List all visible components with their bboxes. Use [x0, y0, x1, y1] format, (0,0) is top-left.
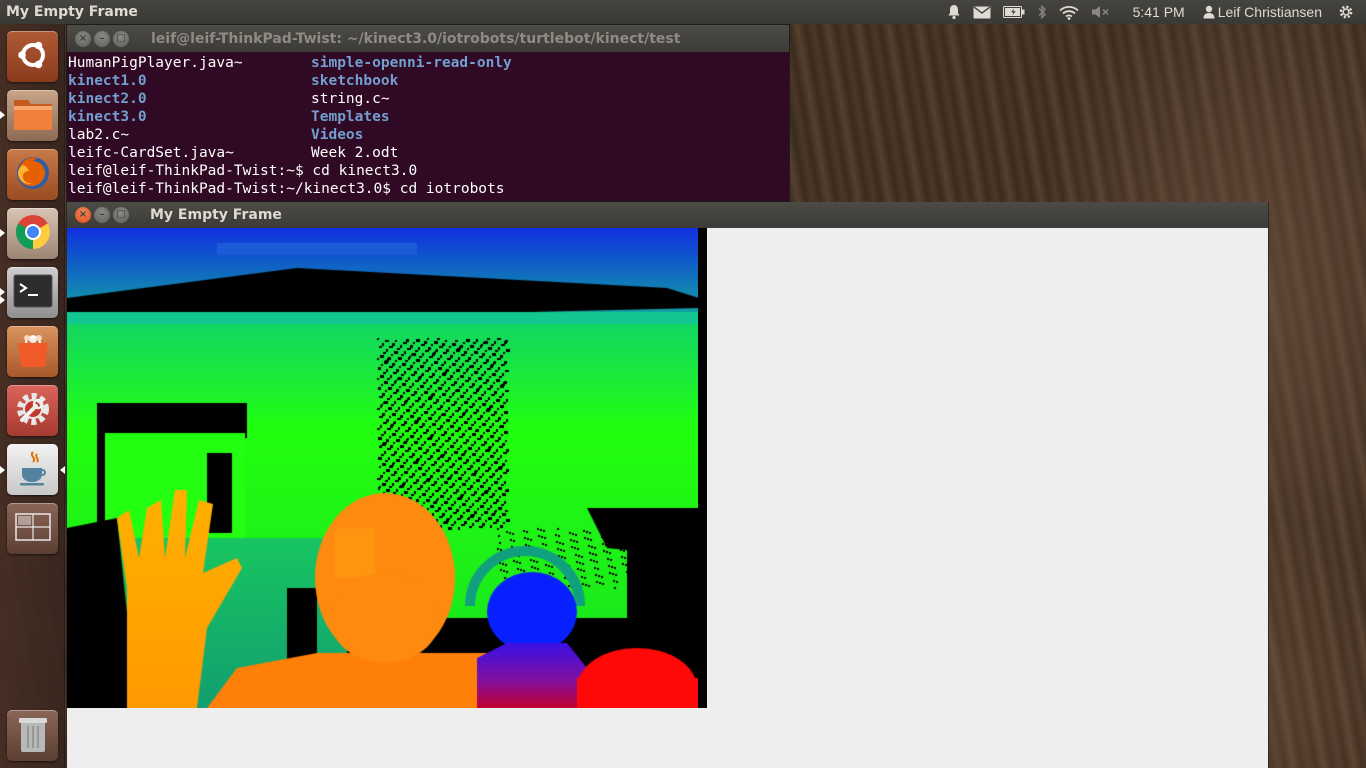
- battery-icon[interactable]: [1002, 0, 1025, 24]
- frame-titlebar[interactable]: × – □ My Empty Frame: [67, 202, 1268, 228]
- launcher: [0, 24, 65, 768]
- frame-title: My Empty Frame: [150, 207, 282, 223]
- power-gear-icon[interactable]: [1338, 0, 1354, 24]
- launcher-system-settings[interactable]: [7, 385, 58, 436]
- clock[interactable]: 5:41 PM: [1133, 0, 1185, 24]
- kinect-depth-image: [67, 228, 707, 708]
- terminal-line: leifc-CardSet.java~ Week 2.odt: [68, 144, 789, 162]
- launcher-dash-home[interactable]: [7, 31, 58, 82]
- user-name[interactable]: Leif Christiansen: [1218, 0, 1322, 24]
- listing-entry: simple-openni-read-only: [311, 55, 512, 71]
- launcher-chrome[interactable]: [7, 208, 58, 259]
- listing-entry: kinect3.0: [68, 109, 147, 125]
- volume-muted-icon[interactable]: [1091, 0, 1111, 24]
- terminal-output[interactable]: HumanPigPlayer.java~ simple-openni-read-o…: [67, 52, 789, 198]
- terminal-line: lab2.c~ Videos: [68, 126, 789, 144]
- listing-entry: Videos: [311, 127, 364, 143]
- terminal-line: kinect1.0 sketchbook: [68, 72, 789, 90]
- workspaces-icon: [14, 512, 51, 545]
- mail-icon[interactable]: [973, 0, 991, 24]
- wifi-icon[interactable]: [1058, 0, 1079, 24]
- depth-image-border: [698, 228, 707, 708]
- minimize-icon[interactable]: –: [94, 207, 110, 223]
- listing-entry: kinect2.0: [68, 91, 147, 107]
- launcher-terminal[interactable]: [7, 267, 58, 318]
- terminal-line: kinect2.0 string.c~: [68, 90, 789, 108]
- terminal-command-line: leif@leif-ThinkPad-Twist:~/kinect3.0$ cd…: [68, 181, 505, 197]
- listing-entry: HumanPigPlayer.java~: [68, 55, 243, 71]
- firefox-icon: [13, 153, 53, 197]
- java-frame-window[interactable]: × – □ My Empty Frame: [66, 202, 1269, 768]
- terminal-window-controls: × – □: [67, 30, 129, 47]
- listing-entry: string.c~: [311, 91, 390, 107]
- shopping-bag-icon: [13, 330, 53, 374]
- terminal-title: leif@leif-ThinkPad-Twist: ~/kinect3.0/io…: [151, 30, 681, 47]
- chrome-icon: [13, 212, 53, 256]
- settings-wrench-icon: [13, 389, 53, 433]
- launcher-firefox[interactable]: [7, 149, 58, 200]
- ubuntu-logo-icon: [16, 38, 50, 76]
- bluetooth-icon[interactable]: [1037, 0, 1047, 24]
- listing-entry: kinect1.0: [68, 73, 147, 89]
- listing-entry: Templates: [311, 109, 390, 125]
- terminal-icon: [13, 274, 53, 312]
- terminal-command-line: leif@leif-ThinkPad-Twist:~$ cd kinect3.0: [68, 163, 418, 179]
- top-panel: My Empty Frame 5:41 PM Leif Christiansen: [0, 0, 1366, 24]
- indicator-area: 5:41 PM Leif Christiansen: [941, 0, 1366, 24]
- terminal-line: HumanPigPlayer.java~ simple-openni-read-o…: [68, 54, 789, 72]
- launcher-trash[interactable]: [7, 710, 58, 761]
- minimize-icon[interactable]: –: [94, 30, 110, 47]
- trash-icon: [18, 714, 48, 758]
- terminal-window[interactable]: × – □ leif@leif-ThinkPad-Twist: ~/kinect…: [66, 24, 790, 202]
- listing-entry: Week 2.odt: [311, 145, 399, 161]
- listing-entry: lab2.c~: [68, 127, 130, 143]
- launcher-java[interactable]: [7, 444, 58, 495]
- listing-entry: leifc-CardSet.java~: [68, 145, 234, 161]
- active-app-title: My Empty Frame: [6, 4, 138, 20]
- terminal-line: kinect3.0 Templates: [68, 108, 789, 126]
- frame-window-controls: × – □: [67, 207, 129, 223]
- terminal-titlebar[interactable]: × – □ leif@leif-ThinkPad-Twist: ~/kinect…: [67, 25, 789, 52]
- close-icon[interactable]: ×: [75, 207, 91, 223]
- maximize-icon[interactable]: □: [113, 30, 129, 47]
- launcher-files[interactable]: [7, 90, 58, 141]
- launcher-software-center[interactable]: [7, 326, 58, 377]
- folder-icon: [12, 96, 54, 136]
- listing-entry: sketchbook: [311, 73, 399, 89]
- close-icon[interactable]: ×: [75, 30, 91, 47]
- bell-icon[interactable]: [947, 0, 961, 24]
- java-icon: [15, 448, 51, 492]
- user-icon[interactable]: [1203, 0, 1215, 24]
- launcher-workspace-switcher[interactable]: [7, 503, 58, 554]
- maximize-icon[interactable]: □: [113, 207, 129, 223]
